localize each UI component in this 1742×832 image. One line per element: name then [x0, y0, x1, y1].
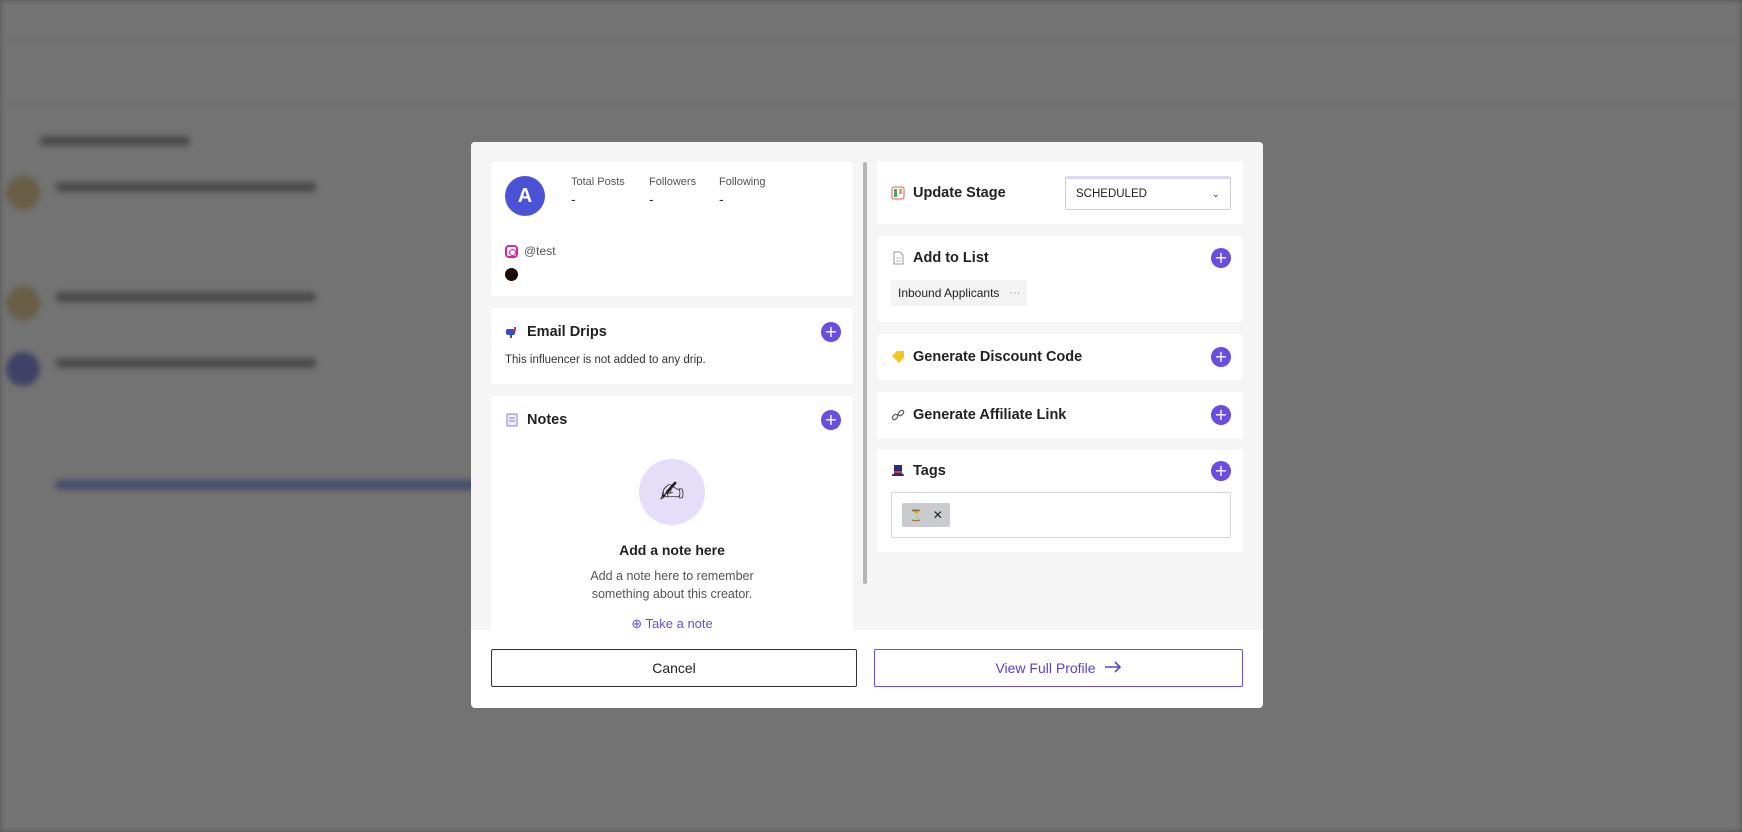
stat-label: Following: [719, 176, 766, 188]
profile-card: A Total Posts - Followers - Following - …: [491, 162, 853, 296]
scrollbar[interactable]: [863, 162, 867, 584]
list-chip-more[interactable]: ···: [1009, 287, 1020, 299]
right-column: Update Stage SCHEDULED ⌄ Add to List + I…: [877, 162, 1243, 564]
avatar: A: [505, 176, 545, 216]
stat-value: -: [649, 191, 654, 207]
label-tag-icon: [891, 350, 905, 364]
tags-input[interactable]: ⏳ ✕: [891, 492, 1231, 538]
generate-discount-button[interactable]: +: [1211, 347, 1231, 367]
notes-empty-title: Add a note here: [619, 542, 725, 558]
link-icon: [891, 408, 905, 422]
kanban-icon: [891, 186, 905, 200]
tags-card: Tags + ⏳ ✕: [877, 450, 1243, 552]
take-note-label: Take a note: [645, 616, 713, 630]
add-drip-button[interactable]: +: [821, 322, 841, 342]
discount-code-header: Generate Discount Code +: [877, 334, 1243, 380]
add-to-list-card: Add to List + Inbound Applicants ···: [877, 236, 1243, 322]
generate-affiliate-button[interactable]: +: [1211, 405, 1231, 425]
handle-text: @test: [524, 244, 556, 258]
discount-code-card: Generate Discount Code +: [877, 334, 1243, 380]
notes-title: Notes: [527, 412, 568, 428]
cancel-button-label: Cancel: [652, 660, 696, 676]
discount-code-title: Generate Discount Code: [913, 349, 1083, 365]
email-drips-header: Email Drips +: [491, 308, 853, 356]
stat-value: -: [571, 191, 576, 207]
notes-header: Notes +: [491, 396, 853, 444]
arrow-right-icon: [1104, 660, 1122, 676]
notes-empty-description: Add a note here to remember something ab…: [590, 569, 754, 601]
add-to-list-header: Add to List +: [877, 236, 1243, 280]
influencer-modal: A Total Posts - Followers - Following - …: [471, 142, 1263, 708]
add-tag-button[interactable]: +: [1211, 461, 1231, 481]
stage-select[interactable]: SCHEDULED ⌄: [1065, 176, 1231, 210]
stat-following: Following -: [719, 176, 765, 207]
top-hat-icon: [891, 464, 905, 478]
add-to-list-button[interactable]: +: [1211, 248, 1231, 268]
view-full-profile-label: View Full Profile: [995, 660, 1096, 676]
take-note-link[interactable]: ⊕ Take a note: [491, 616, 853, 630]
close-icon[interactable]: ✕: [933, 508, 943, 522]
affiliate-link-card: Generate Affiliate Link +: [877, 392, 1243, 438]
view-full-profile-button[interactable]: View Full Profile: [874, 649, 1243, 687]
chevron-down-icon: ⌄: [1211, 188, 1220, 200]
stat-label: Followers: [649, 176, 697, 188]
list-chip[interactable]: Inbound Applicants ···: [891, 280, 1028, 306]
color-swatch: [505, 268, 518, 281]
tags-header: Tags +: [877, 450, 1243, 492]
affiliate-link-header: Generate Affiliate Link +: [877, 392, 1243, 438]
writing-hand-icon: ✍: [639, 459, 705, 525]
plus-circle-icon: ⊕: [631, 616, 643, 630]
update-stage-card: Update Stage SCHEDULED ⌄: [877, 162, 1243, 224]
notepad-icon: [505, 413, 519, 427]
stat-total-posts: Total Posts -: [571, 176, 625, 207]
notes-card: Notes + ✍ Add a note here Add a note her…: [491, 396, 853, 630]
tags-title: Tags: [913, 463, 946, 479]
mailbox-icon: [505, 325, 519, 339]
list-chip-label: Inbound Applicants: [898, 286, 1000, 300]
update-stage-title: Update Stage: [913, 185, 1006, 201]
add-note-button[interactable]: +: [821, 410, 841, 430]
affiliate-link-title: Generate Affiliate Link: [913, 407, 1067, 423]
instagram-icon: [505, 244, 518, 258]
drips-empty-text: This influencer is not added to any drip…: [505, 354, 706, 366]
social-handle[interactable]: @test: [505, 244, 556, 258]
document-icon: [891, 251, 905, 265]
left-column: A Total Posts - Followers - Following - …: [491, 162, 853, 630]
add-to-list-title: Add to List: [913, 250, 989, 266]
stat-label: Total Posts: [571, 176, 625, 188]
cancel-button[interactable]: Cancel: [491, 649, 857, 687]
modal-body: A Total Posts - Followers - Following - …: [471, 142, 1263, 630]
tag-chip[interactable]: ⏳ ✕: [902, 503, 950, 527]
stat-value: -: [719, 191, 724, 207]
email-drips-title: Email Drips: [527, 324, 607, 340]
stat-followers: Followers -: [649, 176, 696, 207]
tag-chip-label: ⏳: [909, 508, 923, 522]
stage-selected-value: SCHEDULED: [1076, 188, 1147, 200]
email-drips-card: Email Drips + This influencer is not add…: [491, 308, 853, 384]
